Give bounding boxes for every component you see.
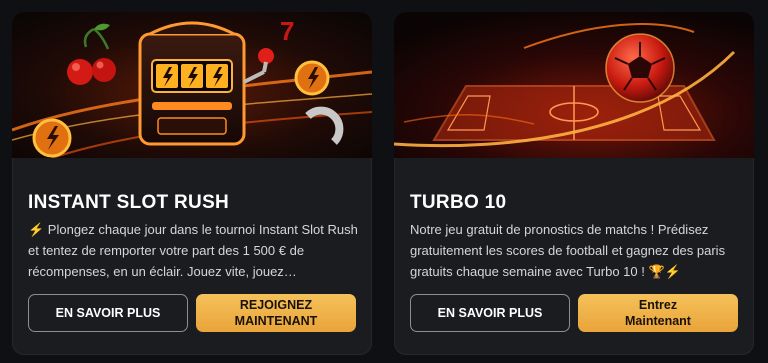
football-icon [394, 12, 754, 158]
card-title: TURBO 10 [410, 192, 507, 213]
promo-card-instant-slot-rush: 7 INSTANT SLOT RUSH ⚡ Plongez chaque jou… [12, 12, 372, 355]
card-description: ⚡ Plongez chaque jour dans le tournoi In… [28, 222, 358, 279]
learn-more-button[interactable]: EN SAVOIR PLUS [410, 294, 570, 332]
slot-machine-icon: 7 [12, 12, 372, 158]
join-now-label-line2: MAINTENANT [234, 314, 318, 328]
enter-now-label-line1: Entrez [638, 298, 678, 312]
join-now-label-line1: REJOIGNEZ [239, 298, 313, 312]
promo-banner[interactable]: 7 [12, 12, 372, 158]
promo-banner[interactable] [394, 12, 754, 158]
card-title: INSTANT SLOT RUSH [28, 192, 230, 213]
svg-text:7: 7 [280, 16, 294, 46]
enter-now-label-line2: Maintenant [625, 314, 691, 328]
card-description: Notre jeu gratuit de pronostics de match… [410, 222, 726, 279]
promo-card-turbo-10: TURBO 10 Notre jeu gratuit de pronostics… [394, 12, 754, 355]
learn-more-button[interactable]: EN SAVOIR PLUS [28, 294, 188, 332]
join-now-button[interactable]: REJOIGNEZ MAINTENANT [196, 294, 356, 332]
enter-now-button[interactable]: Entrez Maintenant [578, 294, 738, 332]
